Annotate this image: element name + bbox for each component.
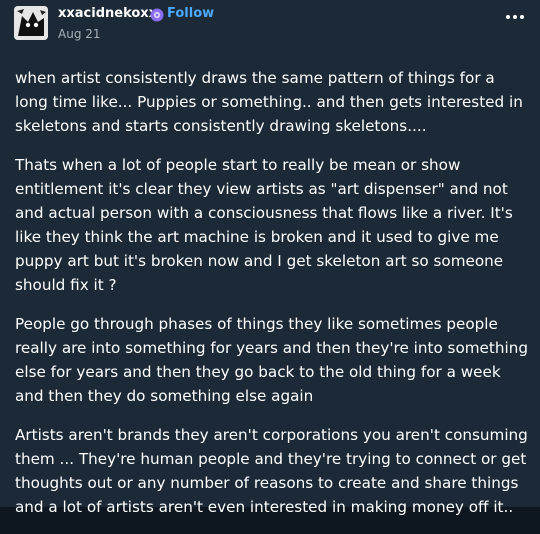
username[interactable]: xxacidnekoxx [58,6,157,21]
post-paragraph-4: Artists aren't brands they aren't corpor… [15,426,528,516]
more-options-icon[interactable] [504,8,526,26]
post-paragraph-1: when artist consistently draws the same … [15,69,523,135]
post-date[interactable]: Aug 21 [58,27,101,41]
avatar[interactable] [14,6,48,40]
follow-button[interactable]: Follow [167,6,214,21]
post-header: xxacidnekoxx Follow Aug 21 [0,0,540,50]
verified-badge-icon [150,7,164,22]
post-paragraph-3: People go through phases of things they … [15,315,528,405]
post-paragraph-2: Thats when a lot of people start to real… [15,156,513,294]
post-card: xxacidnekoxx Follow Aug 21 when artist c… [0,0,540,516]
post-body: when artist consistently draws the same … [15,66,530,534]
